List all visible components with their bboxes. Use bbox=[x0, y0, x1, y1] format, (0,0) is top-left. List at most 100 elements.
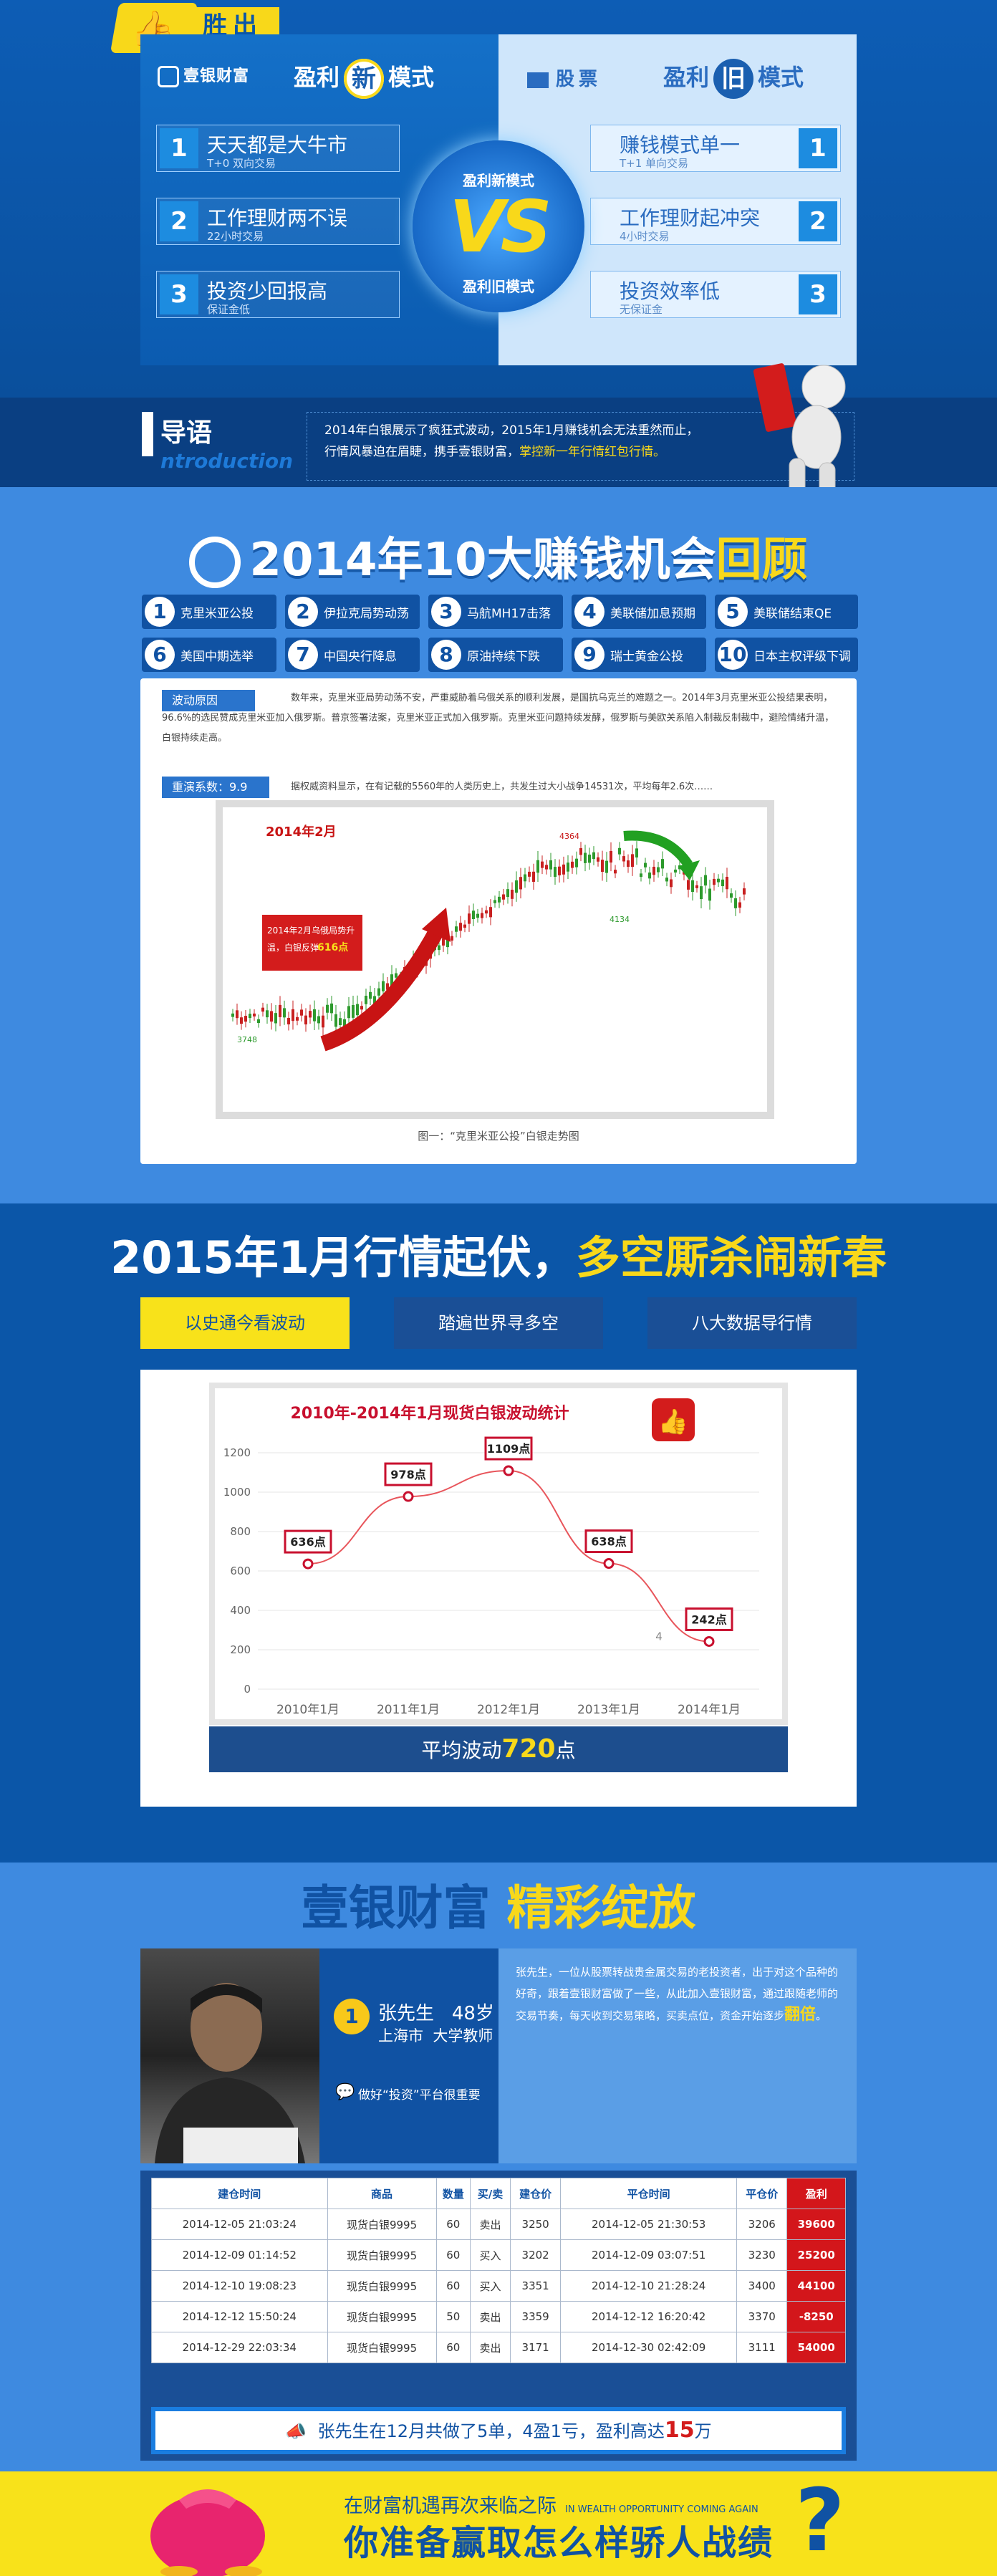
table-cell: 卖出 bbox=[470, 2332, 511, 2363]
table-row: 2014-12-05 21:03:24 现货白银9995 60 卖出 3250 2014-… bbox=[151, 2209, 846, 2240]
event-number: 8 bbox=[431, 640, 461, 670]
candle-body bbox=[476, 913, 479, 918]
x-tick-label: 2011年1月 bbox=[377, 1703, 440, 1717]
trade-record: 建仓时间 商品 数量 买/卖 建仓价 平仓时间 平仓价 盈利 2014-12-05 21:03… bbox=[140, 2171, 857, 2461]
table-cell: 3206 bbox=[736, 2209, 788, 2240]
event-number: 9 bbox=[574, 640, 605, 670]
candle-body bbox=[249, 1014, 251, 1019]
candle-body bbox=[605, 860, 608, 873]
table-cell: -8250 bbox=[786, 2301, 846, 2332]
megaphone-icon: 📣 bbox=[285, 2421, 318, 2441]
stock-name: 股票 bbox=[556, 69, 602, 90]
candle-body bbox=[356, 1004, 359, 1016]
tab-world[interactable]: 踏遍世界寻多空 bbox=[394, 1297, 603, 1349]
event-number: 1 bbox=[145, 597, 175, 627]
event-label: 美联储加息预期 bbox=[610, 607, 695, 621]
candle-body bbox=[339, 1018, 342, 1026]
footer-line-1-english: IN WEALTH OPPORTUNITY COMING AGAIN bbox=[565, 2504, 758, 2515]
data-point bbox=[603, 1558, 615, 1570]
table-cell: 3111 bbox=[736, 2332, 788, 2363]
new-mode-item: 1 天天都是大牛市 T+0 双向交易 bbox=[156, 125, 400, 172]
candlestick-chart: 2014年2月 2014年2月乌俄局势升温，白银反弹616点 3748 4364 413… bbox=[231, 824, 746, 1052]
candle-body bbox=[489, 907, 492, 918]
table-header-cell: 商品 bbox=[327, 2178, 437, 2209]
event-label: 原油持续下跌 bbox=[467, 650, 540, 664]
table-cell: 2014-12-05 21:03:24 bbox=[151, 2209, 328, 2240]
callout-text: 2014年2月乌俄局势升 bbox=[267, 925, 355, 936]
candle-body bbox=[734, 898, 737, 908]
candle-body bbox=[700, 886, 703, 900]
candle-body bbox=[382, 981, 385, 991]
event-item: 5 美联储结束QE bbox=[715, 595, 858, 629]
candle-body bbox=[528, 871, 531, 877]
old-mode-title-b: 模式 bbox=[758, 64, 804, 91]
intro-heading: 导语 ntroduction bbox=[142, 405, 307, 476]
candle-body bbox=[631, 854, 634, 868]
candle-body bbox=[468, 913, 471, 924]
candle-body bbox=[532, 871, 535, 882]
rank-medal-icon: 1 bbox=[334, 1999, 370, 2034]
comparison-box: 壹银财富 盈利新模式 1 天天都是大牛市 T+0 双向交易 2 工作理财两不误 22小时… bbox=[140, 34, 857, 365]
callout-value: 616点 bbox=[317, 941, 348, 953]
showcase-title: 壹银财富 精彩绽放 bbox=[0, 1870, 997, 1938]
client-age: 48岁 bbox=[451, 2003, 494, 2024]
candle-body bbox=[584, 852, 587, 863]
review-title-a: 2014年10大赚钱机会 bbox=[249, 534, 716, 587]
event-item: 8 原油持续下跌 bbox=[428, 638, 563, 672]
item-subtitle: 无保证金 bbox=[620, 303, 663, 316]
event-label: 美国中期选举 bbox=[180, 650, 254, 664]
summary-value: 15 bbox=[664, 2418, 695, 2443]
candle-body bbox=[261, 1007, 264, 1012]
candle-body bbox=[717, 878, 720, 883]
table-cell: 卖出 bbox=[470, 2301, 511, 2332]
tab-history[interactable]: 以史通今看波动 bbox=[140, 1297, 350, 1349]
candle-body bbox=[459, 923, 462, 931]
event-item: 9 瑞士黄金公投 bbox=[572, 638, 706, 672]
tab-data[interactable]: 八大数据导行情 bbox=[647, 1297, 857, 1349]
table-row: 2014-12-10 19:08:23 现货白银9995 60 买入 3351 2014-… bbox=[151, 2270, 846, 2302]
brand-logo: 壹银财富 bbox=[158, 63, 249, 87]
table-cell: 3250 bbox=[509, 2209, 562, 2240]
candle-body bbox=[395, 973, 398, 978]
candle-body bbox=[360, 1006, 363, 1010]
new-mode-title-b: 模式 bbox=[388, 64, 435, 91]
event-number: 4 bbox=[574, 597, 605, 627]
candle-body bbox=[743, 888, 746, 895]
data-point bbox=[302, 1558, 314, 1570]
table-cell: 60 bbox=[435, 2270, 471, 2302]
reason-text: 数年来，克里米亚局势动荡不安，严重威胁着乌俄关系的顺利发展，是国抗乌克兰的难题之… bbox=[162, 693, 834, 744]
candle-body bbox=[610, 850, 612, 863]
data-label: 978点 bbox=[390, 1468, 425, 1481]
candle-body bbox=[738, 902, 741, 908]
candle-body bbox=[485, 910, 488, 914]
vs-old-label: 盈利旧模式 bbox=[463, 278, 534, 295]
candle-body bbox=[549, 860, 552, 870]
table-body: 2014-12-05 21:03:24 现货白银9995 60 卖出 3250 2014-… bbox=[151, 2209, 846, 2363]
item-title: 天天都是大牛市 bbox=[207, 133, 348, 157]
candle-body bbox=[253, 1013, 256, 1017]
candle-body bbox=[635, 848, 638, 857]
trade-summary: 📣 张先生在12月共做了5单，4盈1亏，盈利高达15万 bbox=[151, 2407, 846, 2454]
client-quote: 做好“投资”平台很重要 bbox=[358, 2088, 481, 2102]
event-item: 2 伊拉克局势动荡 bbox=[285, 595, 420, 629]
candle-body bbox=[472, 910, 475, 920]
data-point bbox=[503, 1465, 514, 1476]
y-tick-label: 400 bbox=[230, 1604, 251, 1617]
table-row: 2014-12-09 01:14:52 现货白银9995 60 买入 3202 2014-… bbox=[151, 2239, 846, 2271]
event-label: 瑞士黄金公投 bbox=[610, 650, 683, 664]
table-header-cell: 平仓价 bbox=[736, 2178, 788, 2209]
vs-circle: 盈利新模式 VS 盈利旧模式 bbox=[413, 140, 584, 312]
last-label: 4134 bbox=[610, 915, 630, 924]
candle-body bbox=[481, 913, 483, 918]
summary-text: 张先生在12月共做了5单，4盈1亏，盈利高达 bbox=[317, 2421, 665, 2441]
candle-body bbox=[244, 1016, 247, 1022]
mascot-figure-icon bbox=[753, 363, 847, 509]
callout-text: 温，白银反弹 bbox=[267, 942, 319, 953]
candle-body bbox=[300, 1009, 303, 1016]
candle-body bbox=[622, 856, 625, 862]
y-tick-label: 800 bbox=[230, 1525, 251, 1538]
chart-annotation: 4 bbox=[655, 1630, 663, 1643]
new-char-badge: 新 bbox=[344, 59, 385, 99]
table-cell: 3359 bbox=[509, 2301, 562, 2332]
table-header-cell: 平仓时间 bbox=[560, 2178, 737, 2209]
